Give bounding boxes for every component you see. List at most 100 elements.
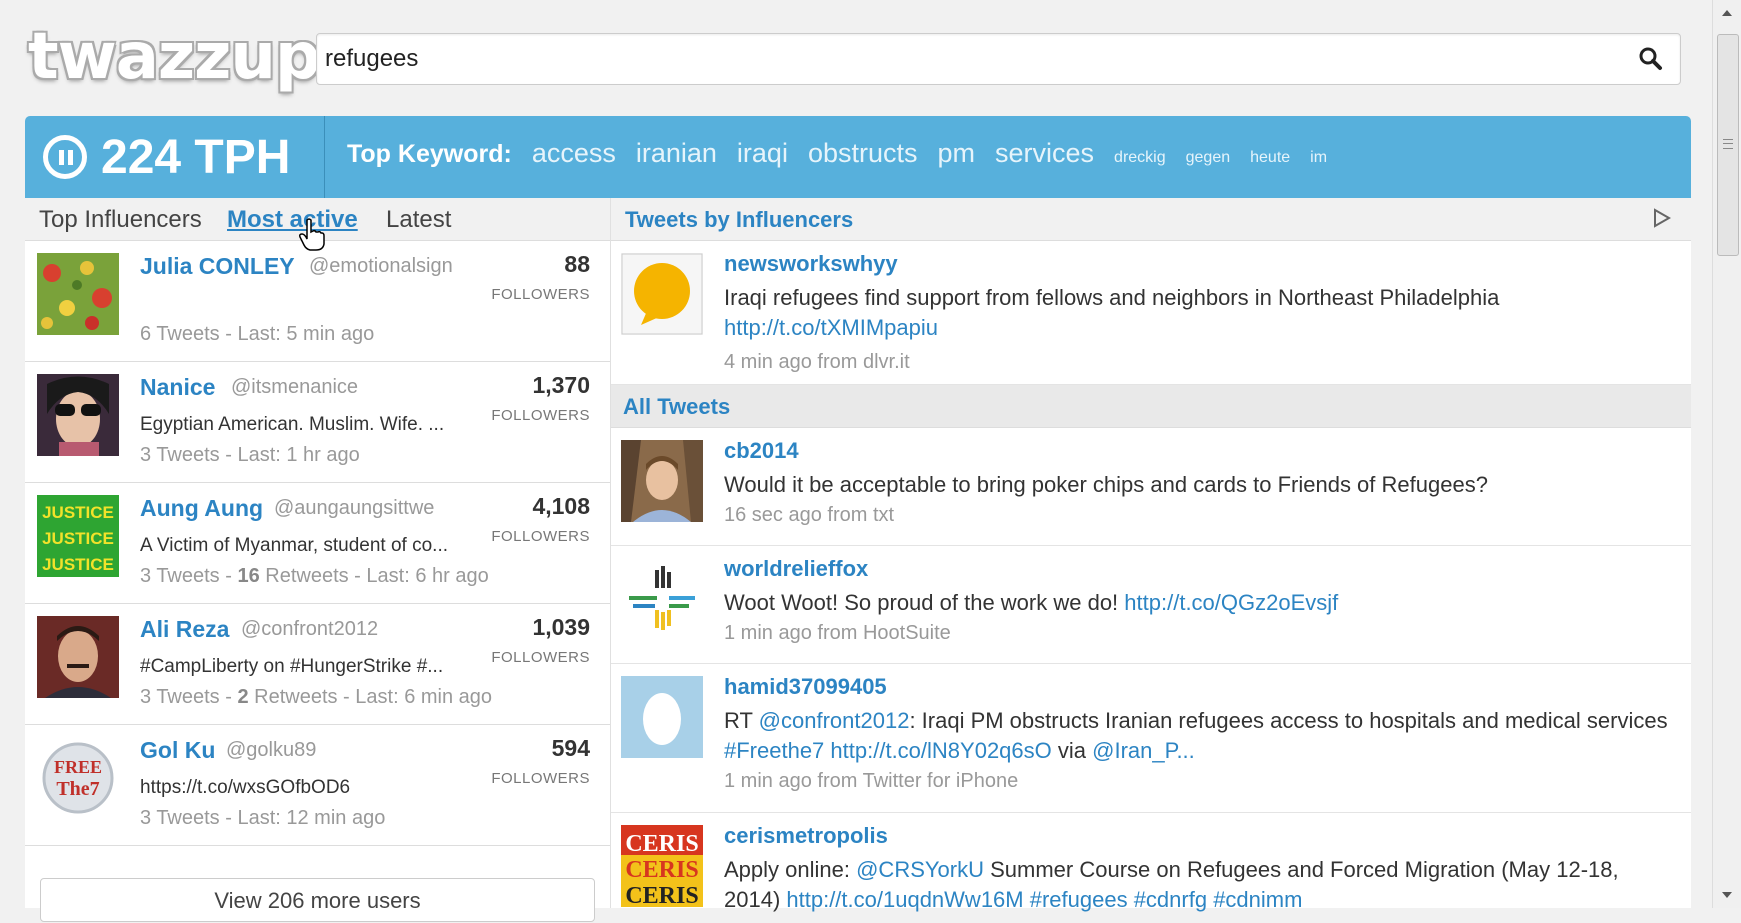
user-handle[interactable]: @aungaungsittwe (274, 497, 434, 520)
tweet-username[interactable]: cerismetropolis (724, 823, 888, 849)
users-panel: Top Influencers Most active Latest Julia… (25, 198, 611, 922)
keyword-link[interactable]: access (532, 138, 616, 169)
avatar[interactable] (37, 253, 119, 335)
avatar[interactable] (37, 616, 119, 698)
avatar-text: CERIS (625, 883, 698, 907)
avatar[interactable] (621, 676, 703, 758)
tweet-text: Would it be acceptable to bring poker ch… (724, 472, 1488, 497)
followers-count: 4,108 (532, 493, 590, 519)
user-row[interactable]: JUSTICE JUSTICE JUSTICE Aung Aung @aunga… (25, 483, 610, 604)
vertical-scrollbar[interactable] (1712, 0, 1741, 908)
user-stats: 3 Tweets - 16 Retweets - Last: 6 hr ago (140, 565, 489, 588)
tweet-text: Apply online: @CRSYorkU Summer Course on… (724, 855, 1674, 915)
mention-link[interactable]: @CRSYorkU (856, 857, 984, 882)
tweet-meta: 4 min ago from dlvr.it (724, 351, 910, 373)
keyword-link[interactable]: heute (1250, 149, 1290, 167)
scroll-up-arrow-icon[interactable] (1722, 10, 1732, 16)
user-stats: 3 Tweets - Last: 12 min ago (140, 807, 386, 829)
tweet[interactable]: newsworkswhyy Iraqi refugees find suppor… (611, 241, 1691, 385)
hashtag-links[interactable]: #refugees #cdnrfg #cdnimm (1024, 887, 1303, 912)
user-name[interactable]: Julia CONLEY (140, 253, 295, 280)
user-handle[interactable]: @emotionalsign (309, 255, 453, 278)
followers-count: 1,370 (532, 372, 590, 398)
user-handle[interactable]: @golku89 (226, 739, 316, 762)
tweet-body: Woot Woot! So proud of the work we do! (724, 590, 1125, 615)
tweet-link[interactable]: http://t.co/1uqdnWw16M (786, 887, 1023, 912)
followers: 1,039 FOLLOWERS (491, 614, 590, 666)
avatar[interactable] (37, 374, 119, 456)
keyword-link[interactable]: obstructs (808, 138, 918, 169)
avatar[interactable]: CERIS CERIS CERIS (621, 825, 703, 907)
user-name[interactable]: Ali Reza (140, 616, 229, 643)
tweet-link[interactable]: http://t.co/tXMIMpapiu (724, 315, 938, 340)
user-row[interactable]: Ali Reza @confront2012 #CampLiberty on #… (25, 604, 610, 725)
tweet[interactable]: cb2014 Would it be acceptable to bring p… (611, 428, 1691, 546)
user-bio: #CampLiberty on #HungerStrike #... (140, 656, 444, 677)
stats-suffix: Retweets - Last: 6 min ago (248, 686, 493, 708)
user-handle[interactable]: @itsmenanice (231, 376, 358, 399)
play-icon[interactable] (1653, 208, 1672, 233)
stats-bar: 224 TPH Top Keyword: access iranian iraq… (25, 116, 1691, 198)
twazzup-logo[interactable]: twazzup (28, 22, 321, 92)
keyword-link[interactable]: pm (938, 138, 976, 169)
search-icon[interactable] (1636, 44, 1666, 74)
divider (324, 116, 325, 198)
avatar[interactable] (621, 253, 703, 335)
user-bio: https://t.co/wxsGOfbOD6 (140, 777, 351, 798)
tweet-body-prefix: Apply online: (724, 857, 857, 882)
tab-latest[interactable]: Latest (386, 206, 451, 234)
tweet-username[interactable]: worldrelieffox (724, 556, 868, 582)
keyword-link[interactable]: iraqi (737, 138, 788, 169)
user-name[interactable]: Nanice (140, 374, 215, 401)
stats-suffix: Retweets - Last: 6 hr ago (259, 565, 489, 587)
user-row[interactable]: FREE The7 Gol Ku @golku89 https://t.co/w… (25, 725, 610, 846)
keyword-link[interactable]: dreckig (1114, 149, 1166, 167)
tweet-meta: 1 min ago from HootSuite (724, 622, 951, 644)
tweet-text: RT @confront2012: Iraqi PM obstructs Ira… (724, 706, 1674, 766)
tab-top-influencers[interactable]: Top Influencers (39, 206, 202, 234)
user-row[interactable]: Nanice @itsmenanice Egyptian American. M… (25, 362, 610, 483)
mention-link[interactable]: @Iran_P... (1092, 738, 1195, 763)
section-title: All Tweets (623, 394, 731, 419)
mention-link[interactable]: @confront2012 (759, 708, 910, 733)
avatar[interactable] (621, 440, 703, 522)
tph-display: 224 TPH (43, 126, 290, 188)
tab-most-active[interactable]: Most active (227, 206, 358, 234)
user-stats: 3 Tweets - 2 Retweets - Last: 6 min ago (140, 686, 492, 709)
keyword-link[interactable]: im (1310, 149, 1327, 167)
avatar[interactable]: JUSTICE JUSTICE JUSTICE (37, 495, 119, 577)
view-more-users-button[interactable]: View 206 more users (40, 878, 595, 922)
scroll-down-arrow-icon[interactable] (1722, 892, 1732, 898)
avatar-text: FREE (54, 757, 102, 777)
followers: 88 FOLLOWERS (491, 251, 590, 303)
tweet[interactable]: hamid37099405 RT @confront2012: Iraqi PM… (611, 664, 1691, 813)
tweet-text: Woot Woot! So proud of the work we do! h… (724, 588, 1674, 618)
top-keywords: Top Keyword: access iranian iraqi obstru… (347, 138, 1347, 178)
tweet-username[interactable]: hamid37099405 (724, 674, 887, 700)
tweet[interactable]: CERIS CERIS CERIS cerismetropolis Apply … (611, 813, 1691, 912)
search-input[interactable] (317, 34, 1623, 84)
tweet-link[interactable]: http://t.co/lN8Y02q6sO (830, 738, 1051, 763)
user-handle[interactable]: @confront2012 (241, 618, 378, 641)
avatar[interactable] (621, 558, 703, 640)
influencers-header: Tweets by Influencers (611, 198, 1691, 241)
keywords-label: Top Keyword: (347, 140, 512, 168)
user-name[interactable]: Gol Ku (140, 737, 215, 764)
section-title: Tweets by Influencers (625, 207, 854, 232)
keyword-link[interactable]: services (995, 138, 1094, 169)
tweet-username[interactable]: cb2014 (724, 438, 799, 464)
avatar[interactable]: FREE The7 (37, 737, 119, 819)
tweet-link[interactable]: http://t.co/QGz2oEvsjf (1124, 590, 1338, 615)
user-name[interactable]: Aung Aung (140, 495, 263, 522)
user-row[interactable]: Julia CONLEY @emotionalsign 6 Tweets - L… (25, 241, 610, 362)
hashtag-link[interactable]: #Freethe7 (724, 738, 824, 763)
tweet[interactable]: worldrelieffox Woot Woot! So proud of th… (611, 546, 1691, 664)
retweet-count: 16 (237, 565, 260, 587)
keyword-link[interactable]: gegen (1186, 149, 1231, 167)
keyword-link[interactable]: iranian (636, 138, 717, 169)
followers-label: FOLLOWERS (491, 770, 590, 787)
scrollbar-thumb[interactable] (1717, 34, 1739, 256)
followers-label: FOLLOWERS (491, 286, 590, 303)
tweet-username[interactable]: newsworkswhyy (724, 251, 898, 277)
pause-icon[interactable] (43, 135, 87, 179)
